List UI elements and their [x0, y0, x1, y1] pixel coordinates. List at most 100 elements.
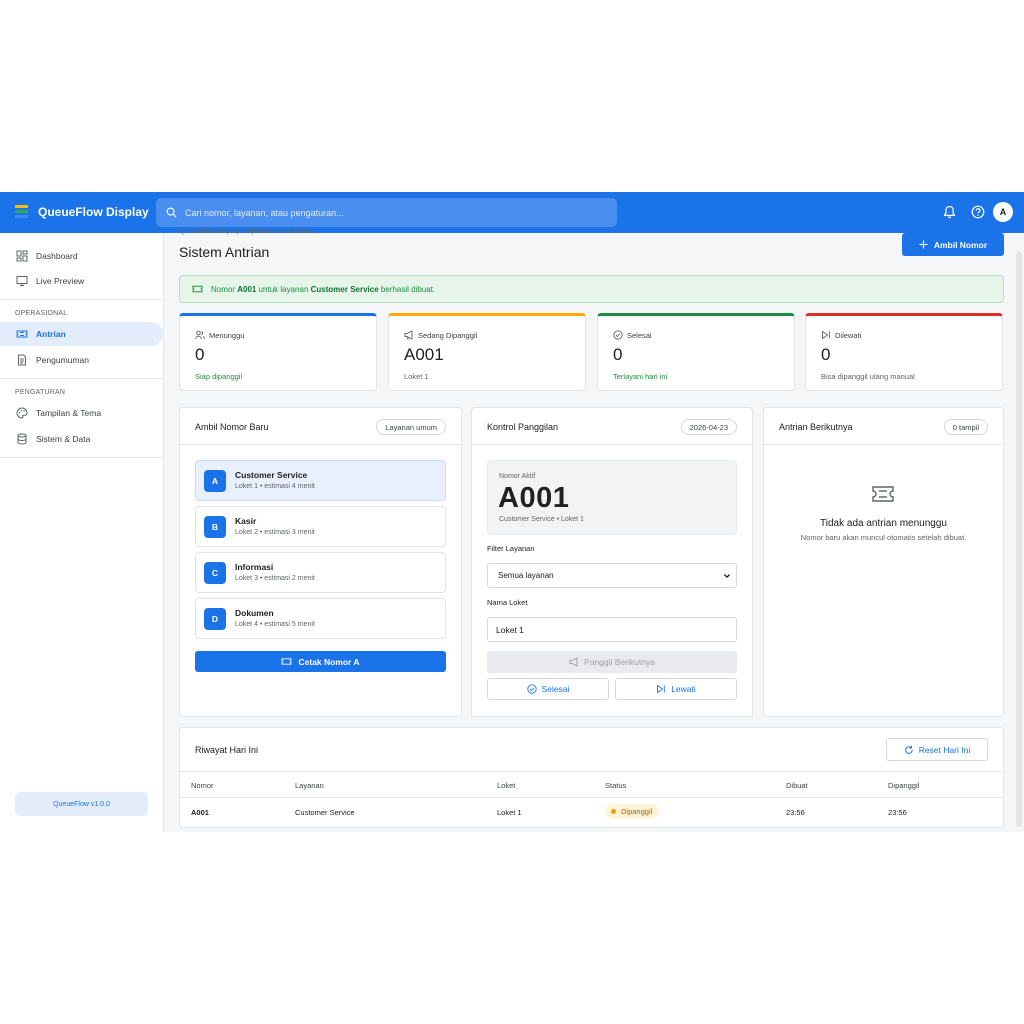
- call-next-button[interactable]: Panggil Berikutnya: [487, 651, 737, 673]
- sidebar-section-operasional: OPERASIONAL: [15, 310, 68, 317]
- column-header: Nomor: [191, 781, 214, 790]
- bell-icon[interactable]: [943, 205, 956, 219]
- select-value: Semua layanan: [498, 571, 554, 580]
- service-option-kasir[interactable]: B Kasir Loket 2 • estimasi 3 menit: [195, 506, 446, 547]
- skip-icon: [821, 330, 831, 340]
- active-number: A001: [498, 482, 570, 514]
- print-number-button[interactable]: Cetak Nomor A: [195, 651, 446, 672]
- stat-value: 0: [613, 345, 623, 364]
- sidebar-divider: [0, 378, 163, 379]
- card-header: Riwayat Hari Ini Reset Hari Ini: [180, 728, 1003, 772]
- service-option-dokumen[interactable]: D Dokumen Loket 4 • estimasi 5 menit: [195, 598, 446, 639]
- take-number-card: Ambil Nomor Baru Layanan umum A Customer…: [179, 407, 462, 717]
- table-row: A001 Customer Service Loket 1 Dipanggil …: [180, 798, 1003, 826]
- card-header: Antrian Berikutnya 0 tampil: [764, 408, 1003, 445]
- skip-label: Lewati: [671, 684, 696, 694]
- search-bar[interactable]: [156, 198, 617, 227]
- ticket-icon: [192, 284, 203, 294]
- service-filter-select[interactable]: Semua layanan: [487, 563, 737, 588]
- print-number-label: Cetak Nomor A: [298, 656, 360, 667]
- stat-label: Menunggu: [209, 330, 245, 340]
- service-desc: Loket 1 • estimasi 4 menit: [235, 483, 315, 490]
- cell-loket: Loket 1: [497, 808, 522, 817]
- service-letter: D: [204, 608, 226, 630]
- megaphone-icon: [569, 657, 579, 667]
- sidebar-item-dashboard[interactable]: Dashboard: [0, 244, 163, 268]
- sidebar-item-label: Dashboard: [36, 251, 78, 261]
- take-number-label: Ambil Nomor: [933, 239, 988, 250]
- app-window: QueueFlow Display A Dashboard Live Prev: [0, 192, 1024, 832]
- breadcrumb[interactable]: QueueFlow Display › Operasional › Antria…: [179, 228, 312, 235]
- empty-state-title: Tidak ada antrian menunggu: [820, 518, 947, 529]
- cell-layanan: Customer Service: [295, 808, 355, 817]
- sidebar-item-pengumuman[interactable]: Pengumuman: [0, 348, 163, 372]
- service-option-informasi[interactable]: C Informasi Loket 3 • estimasi 2 menit: [195, 552, 446, 593]
- table-header: Nomor Layanan Loket Status Dibuat Dipang…: [180, 772, 1003, 798]
- ticket-icon: [16, 328, 28, 340]
- service-option-customer-service[interactable]: A Customer Service Loket 1 • estimasi 4 …: [195, 460, 446, 501]
- service-letter: C: [204, 562, 226, 584]
- refresh-icon: [904, 745, 914, 755]
- sidebar-item-label: Antrian: [36, 329, 66, 339]
- stat-value: 0: [195, 345, 205, 364]
- service-letter: B: [204, 516, 226, 538]
- sidebar-item-sistem-data[interactable]: Sistem & Data: [0, 427, 163, 451]
- take-number-button[interactable]: Ambil Nomor: [902, 233, 1004, 256]
- help-icon[interactable]: [971, 205, 985, 219]
- active-number-sub: Customer Service • Loket 1: [499, 516, 584, 523]
- stat-card-skipped: Dilewati 0 Bisa dipanggil ulang manual: [805, 313, 1003, 391]
- service-type-chip: Layanan umum: [376, 419, 446, 435]
- shown-count-chip: 0 tampil: [943, 419, 988, 435]
- check-circle-icon: [526, 684, 537, 694]
- avatar[interactable]: A: [993, 202, 1013, 222]
- plus-icon: [919, 240, 928, 249]
- counter-name-input[interactable]: [487, 617, 737, 642]
- active-number-label: Nomor Aktif: [499, 473, 536, 480]
- stat-label: Sedang Dipanggil: [418, 330, 478, 340]
- stat-value: 0: [821, 345, 831, 364]
- users-icon: [195, 330, 205, 340]
- stat-sub: Loket 1: [404, 372, 429, 381]
- column-header: Dipanggil: [888, 781, 920, 790]
- history-card: Riwayat Hari Ini Reset Hari Ini Nomor La…: [179, 727, 1004, 828]
- stat-value: A001: [404, 345, 444, 364]
- scrollbar[interactable]: [1016, 252, 1022, 827]
- status-badge: Dipanggil: [605, 804, 660, 819]
- service-name: Kasir: [235, 516, 257, 526]
- call-next-label: Panggil Berikutnya: [584, 657, 655, 667]
- done-button[interactable]: Selesai: [487, 678, 609, 700]
- ticket-icon: [281, 657, 292, 666]
- stat-card-done: Selesai 0 Terlayani hari ini: [597, 313, 795, 391]
- database-icon: [16, 433, 28, 445]
- main-content: QueueFlow Display › Operasional › Antria…: [164, 228, 1024, 832]
- card-header: Kontrol Panggilan 2026-04-23: [472, 408, 752, 445]
- card-title: Riwayat Hari Ini: [195, 745, 259, 755]
- next-queue-card: Antrian Berikutnya 0 tampil Tidak ada an…: [763, 407, 1004, 717]
- sidebar-item-tampilan-tema[interactable]: Tampilan & Tema: [0, 401, 163, 425]
- call-control-card: Kontrol Panggilan 2026-04-23 Nomor Aktif…: [471, 407, 753, 717]
- palette-icon: [16, 407, 28, 419]
- search-icon: [166, 207, 177, 218]
- column-header: Dibuat: [786, 781, 808, 790]
- status-dot: [611, 809, 616, 814]
- version-badge: QueueFlow v1.0.0: [15, 792, 148, 816]
- monitor-icon: [16, 275, 28, 287]
- service-name: Customer Service: [235, 470, 308, 480]
- sidebar-item-label: Pengumuman: [36, 355, 89, 365]
- stat-sub: Siap dipanggil: [195, 372, 243, 381]
- sidebar-divider: [0, 457, 163, 458]
- reset-today-button[interactable]: Reset Hari Ini: [886, 738, 988, 761]
- skip-button[interactable]: Lewati: [615, 678, 737, 700]
- top-bar: QueueFlow Display A: [0, 192, 1024, 233]
- sidebar-divider: [0, 299, 163, 300]
- sidebar-item-antrian[interactable]: Antrian: [0, 322, 163, 346]
- cell-dipanggil: 23:56: [888, 808, 907, 817]
- sidebar-item-live-preview[interactable]: Live Preview: [0, 269, 163, 293]
- app-logo-icon: [15, 205, 28, 219]
- stat-card-waiting: Menunggu 0 Siap dipanggil: [179, 313, 377, 391]
- stat-sub: Bisa dipanggil ulang manual: [821, 372, 915, 381]
- skip-icon: [656, 684, 666, 694]
- search-input[interactable]: [185, 207, 585, 218]
- sidebar-item-label: Sistem & Data: [36, 434, 91, 444]
- service-name: Dokumen: [235, 608, 274, 618]
